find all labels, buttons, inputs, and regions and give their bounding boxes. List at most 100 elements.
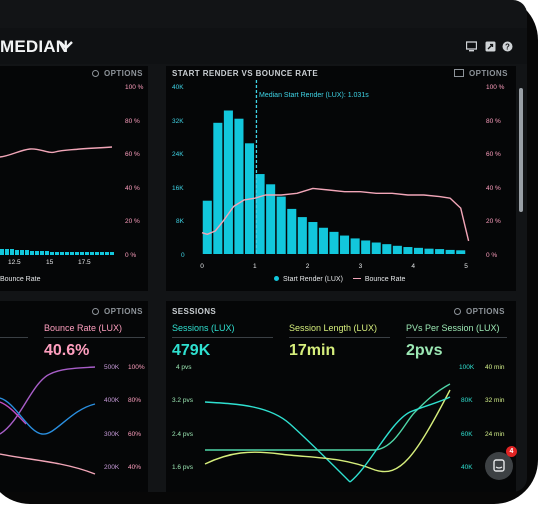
render-left-axis-tick: 8K [176, 218, 184, 225]
sessions-title: SESSIONS [172, 307, 217, 316]
monitor-icon[interactable] [466, 41, 477, 52]
sessions-left-axis-tick: 4 pvs [176, 364, 192, 371]
bounce-rate-label: Bounce Rate (LUX) [44, 323, 123, 333]
header-bar [0, 28, 527, 64]
render-bar [392, 245, 402, 254]
left-bottom-axis-a: 400K [104, 397, 120, 404]
left-bottom-chart [0, 366, 96, 475]
sessions-metric-label: Sessions (LUX) [172, 323, 235, 333]
left-top-bars [0, 249, 114, 255]
render-bar [234, 118, 244, 254]
left-bottom-divider [0, 337, 28, 338]
render-left-axis-tick: 0 [181, 252, 185, 259]
left-bottom-options-button[interactable]: OPTIONS [92, 307, 143, 316]
sessions-left-axis-tick: 2.4 pvs [172, 431, 193, 438]
pvs-line [205, 383, 451, 451]
sessions-right-axis-b: 32 min [485, 397, 505, 404]
render-left-axis-tick: 40K [172, 84, 184, 91]
render-left-axis-tick: 24K [172, 151, 184, 158]
options-icon [454, 308, 461, 315]
render-bar [403, 247, 413, 254]
options-icon [92, 308, 99, 315]
render-bar [297, 217, 307, 254]
left-bottom-pink-line [0, 453, 96, 475]
sessions-chart [204, 383, 451, 483]
left-top-right-axis-tick: 20 % [125, 218, 140, 225]
help-icon[interactable]: ? [502, 41, 513, 52]
legend-render-swatch [274, 276, 279, 281]
sessions-left-axis-tick: 3.2 pvs [172, 397, 193, 404]
left-top-x-tick: 15 [46, 259, 54, 266]
render-bar [318, 227, 328, 254]
dashboard-screen: MEDIAN ? OPTIONS 100 % 80 % 60 % 40 % 20… [0, 0, 527, 492]
left-bottom-axis-b: 80% [128, 397, 142, 404]
left-top-x-tick: 12.5 [8, 259, 21, 266]
render-x-tick: 0 [200, 263, 204, 270]
render-right-axis-tick: 20 % [486, 218, 501, 225]
legend-bounce-label: Bounce Rate [364, 276, 406, 283]
render-right-axis-tick: 40 % [486, 185, 501, 192]
render-left-axis-tick: 16K [172, 185, 184, 192]
render-chart: 0 1 2 3 4 5 [200, 80, 470, 270]
render-bar [223, 110, 233, 254]
render-x-tick: 5 [464, 263, 468, 270]
share-icon[interactable] [485, 41, 496, 52]
render-bar [308, 222, 318, 254]
chevron-down-icon[interactable] [58, 38, 74, 52]
render-bar [456, 250, 466, 254]
render-x-tick: 4 [411, 263, 415, 270]
sessions-right-axis-a: 80K [461, 397, 473, 404]
left-bottom-axis-a: 200K [104, 464, 120, 471]
left-bottom-purple-line [0, 366, 96, 435]
render-chart-options-button[interactable]: OPTIONS [454, 69, 508, 78]
sessions-options-button[interactable]: OPTIONS [454, 307, 505, 316]
left-bottom-blue-line [0, 397, 96, 435]
left-top-chart [0, 146, 114, 255]
render-left-axis-tick: 32K [172, 118, 184, 125]
left-top-right-axis-tick: 100 % [125, 84, 144, 91]
median-label: Median Start Render (LUX): 1.031s [259, 92, 369, 99]
render-bar [350, 238, 360, 254]
render-bar [213, 122, 223, 254]
render-x-tick: 1 [253, 263, 257, 270]
render-right-axis-tick: 80 % [486, 118, 501, 125]
sessions-right-axis-a: 100K [459, 364, 475, 371]
render-bar [413, 247, 424, 254]
render-bar [445, 249, 455, 254]
render-bar [435, 249, 445, 254]
render-right-axis-tick: 100 % [486, 84, 505, 91]
render-bar [424, 248, 434, 254]
left-top-x-tick: 17.5 [78, 259, 91, 266]
left-bottom-axis-b: 40% [128, 464, 142, 471]
svg-text:?: ? [505, 42, 510, 51]
left-top-right-axis-tick: 40 % [125, 185, 140, 192]
monitor-small-icon [454, 69, 464, 77]
legend-bounce-swatch [352, 277, 361, 279]
pvs-per-session-divider [406, 337, 507, 338]
sessions-left-axis-tick: 1.6 pvs [172, 464, 193, 471]
session-length-divider [289, 337, 390, 338]
left-top-legend: Bounce Rate [0, 276, 40, 283]
left-bottom-divider [44, 337, 145, 338]
sessions-right-axis-a: 40K [461, 464, 473, 471]
left-top-options-button[interactable]: OPTIONS [92, 69, 143, 78]
vertical-scrollbar[interactable] [519, 88, 523, 212]
render-bar [329, 231, 339, 254]
render-legend: Start Render (LUX) Bounce Rate [274, 276, 405, 283]
sessions-line-b [349, 396, 451, 483]
render-bar [287, 208, 297, 254]
pvs-per-session-value: 2pvs [406, 342, 443, 359]
left-bottom-axis-b: 100% [128, 364, 145, 371]
left-bottom-axis-b: 60% [128, 431, 142, 438]
render-bar [202, 200, 212, 254]
session-length-value: 17min [289, 342, 336, 359]
render-bar [371, 242, 381, 254]
chat-badge: 4 [506, 446, 517, 457]
render-bar [382, 244, 392, 254]
render-right-axis-tick: 60 % [486, 151, 501, 158]
screenshot-frame: MEDIAN ? OPTIONS 100 % 80 % 60 % 40 % 20… [0, 0, 541, 507]
left-top-right-axis-tick: 0 % [125, 252, 137, 259]
render-bar [340, 235, 350, 254]
sessions-right-axis-b: 40 min [485, 364, 505, 371]
left-top-right-axis-tick: 60 % [125, 151, 140, 158]
